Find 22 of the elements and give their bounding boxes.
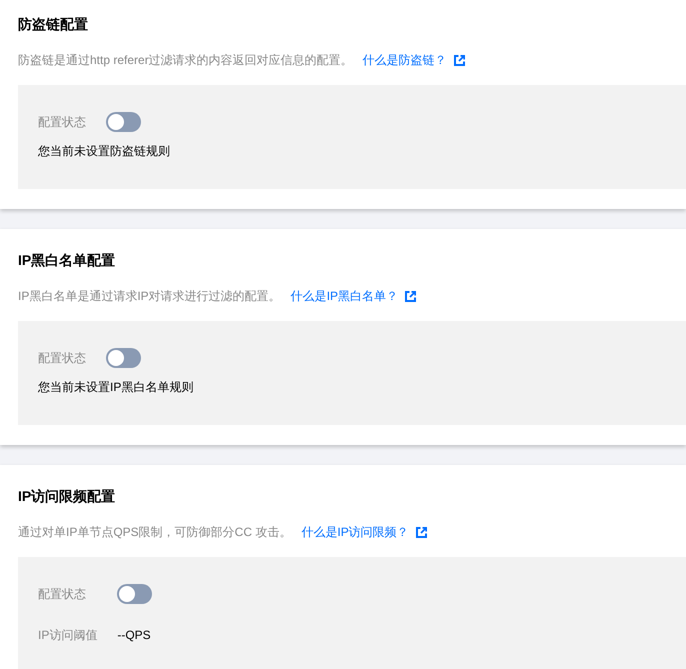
help-link[interactable]: 什么是IP访问限频？ (301, 522, 427, 542)
toggle-switch[interactable] (106, 112, 141, 132)
external-link-icon (416, 526, 427, 538)
field-label: 配置状态 (38, 350, 86, 367)
section-description: 防盗链是通过http referer过滤请求的内容返回对应信息的配置。 (18, 52, 353, 69)
toggle-switch[interactable] (117, 584, 152, 604)
section-title: IP访问限频配置 (18, 487, 116, 506)
toggle-switch[interactable] (106, 348, 141, 368)
external-link-icon (454, 54, 465, 66)
section-title: IP黑白名单配置 (18, 251, 116, 270)
field-label: IP访问阈值 (38, 627, 98, 644)
field-value: --QPS (117, 627, 151, 644)
help-link[interactable]: 什么是防盗链？ (362, 50, 465, 70)
field-label: 配置状态 (38, 586, 87, 603)
status-message: 您当前未设置防盗链规则 (38, 143, 171, 160)
section-description: 通过对单IP单节点QPS限制，可防御部分CC 攻击。 (18, 524, 292, 541)
field-label: 配置状态 (38, 114, 86, 131)
help-link[interactable]: 什么是IP黑白名单？ (290, 286, 416, 306)
section-title: 防盗链配置 (18, 15, 89, 34)
status-message: 您当前未设置IP黑白名单规则 (38, 379, 194, 396)
external-link-icon (405, 290, 416, 302)
section-description: IP黑白名单是通过请求IP对请求进行过滤的配置。 (18, 288, 281, 305)
